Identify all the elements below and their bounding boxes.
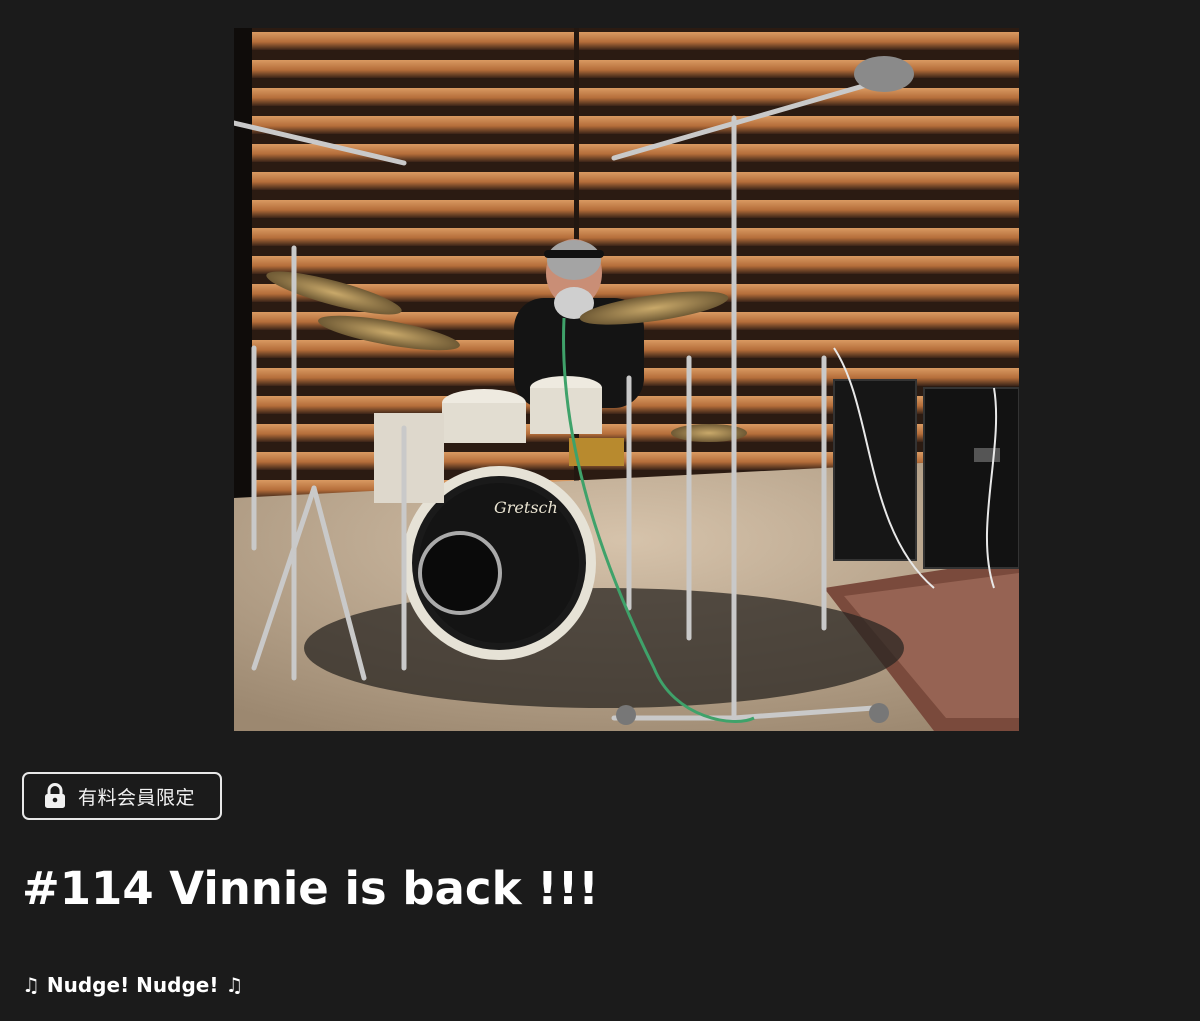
badge-label: 有料会員限定	[78, 786, 196, 809]
lock-icon	[45, 783, 65, 808]
drummer-studio-image: Gretsch	[234, 28, 1019, 731]
post-subtitle: ♫ Nudge! Nudge! ♫	[22, 973, 244, 997]
paid-members-only-badge: 有料会員限定	[22, 772, 222, 820]
video-thumbnail[interactable]: Gretsch	[234, 28, 1019, 731]
svg-text:Gretsch: Gretsch	[494, 498, 558, 517]
post-title: #114 Vinnie is back !!!	[22, 862, 599, 915]
